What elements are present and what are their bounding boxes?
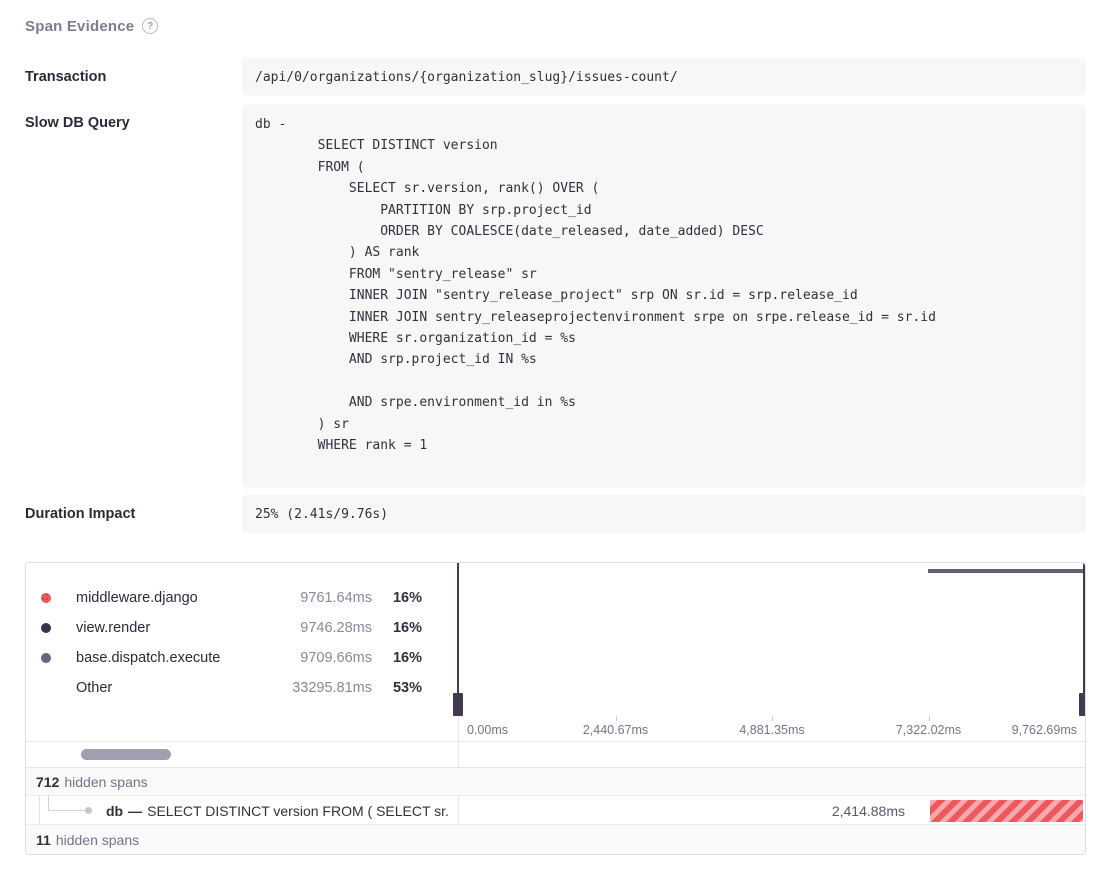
span-row[interactable]: db — SELECT DISTINCT version FROM ( SELE… (26, 796, 1085, 825)
duration-impact-value: 25% (2.41s/9.76s) (242, 495, 1086, 533)
op-percent: 16% (372, 620, 422, 636)
axis-label: 0.00ms (467, 723, 508, 737)
sql-query-text: db - SELECT DISTINCT version FROM ( SELE… (255, 114, 1073, 457)
span-tree-connector (48, 796, 49, 810)
transaction-value: /api/0/organizations/{organization_slug}… (242, 58, 1086, 96)
axis-label: 2,440.67ms (583, 723, 648, 737)
hidden-spans-count: 712 (36, 774, 59, 790)
legend-item: view.render 9746.28ms 16% (41, 613, 458, 643)
scrollbar-strip (26, 742, 1085, 768)
duration-impact-label: Duration Impact (25, 495, 242, 533)
span-op-separator: — (128, 803, 142, 819)
span-evidence-section: Span Evidence ? Transaction /api/0/organ… (0, 0, 1111, 855)
op-color-dot-empty (41, 683, 51, 693)
duration-impact-row: Duration Impact 25% (2.41s/9.76s) (25, 495, 1086, 533)
trace-minimap[interactable] (459, 563, 1085, 716)
span-op: db (106, 803, 123, 819)
time-axis: 0.00ms 2,440.67ms 4,881.35ms 7,322.02ms … (459, 716, 1085, 742)
scrollbar-strip-right (458, 742, 1085, 767)
span-op-legend: middleware.django 9761.64ms 16% view.ren… (26, 563, 458, 741)
minimap-right-handle-line[interactable] (1083, 563, 1085, 694)
axis-label: 7,322.02ms (896, 723, 961, 737)
legend-item: middleware.django 9761.64ms 16% (41, 583, 458, 613)
op-name: view.render (76, 620, 257, 636)
scrollbar-track (26, 742, 458, 767)
op-color-dot-pattern (41, 593, 51, 603)
op-duration: 9761.64ms (257, 590, 372, 606)
minimap-right-drag-grip[interactable] (1079, 693, 1086, 716)
hidden-spans-label: hidden spans (64, 774, 147, 790)
op-percent: 16% (372, 590, 422, 606)
hidden-spans-row-after[interactable]: 11 hidden spans (26, 825, 1085, 854)
timeline-column: 0.00ms 2,440.67ms 4,881.35ms 7,322.02ms … (458, 563, 1085, 741)
axis-tick (929, 716, 930, 721)
minimap-left-handle-line[interactable] (457, 563, 459, 694)
span-tree-dot (85, 807, 92, 814)
op-percent: 53% (372, 680, 422, 696)
span-description: db — SELECT DISTINCT version FROM ( SELE… (106, 796, 458, 824)
span-bar-cell: 2,414.88ms (458, 796, 1085, 824)
hidden-spans-label: hidden spans (56, 832, 139, 848)
span-tree-guide-line (39, 796, 40, 824)
axis-tick (772, 716, 773, 721)
section-header: Span Evidence ? (25, 15, 1086, 37)
span-waterfall-panel: middleware.django 9761.64ms 16% view.ren… (25, 562, 1086, 855)
op-name: base.dispatch.execute (76, 650, 257, 666)
transaction-row: Transaction /api/0/organizations/{organi… (25, 58, 1086, 96)
op-name: Other (76, 680, 257, 696)
span-description-cell: db — SELECT DISTINCT version FROM ( SELE… (26, 796, 458, 824)
axis-label: 9,762.69ms (1012, 723, 1077, 737)
minimap-span-bar (928, 569, 1085, 573)
span-duration-bar-hatched[interactable] (930, 800, 1083, 822)
legend-item: Other 33295.81ms 53% (41, 673, 458, 703)
horizontal-scrollbar-thumb[interactable] (81, 749, 171, 760)
op-duration: 9709.66ms (257, 650, 372, 666)
slow-db-query-label: Slow DB Query (25, 104, 242, 488)
slow-db-query-row: Slow DB Query db - SELECT DISTINCT versi… (25, 104, 1086, 488)
axis-label: 4,881.35ms (739, 723, 804, 737)
span-query-text: SELECT DISTINCT version FROM ( SELECT sr… (147, 803, 449, 819)
transaction-label: Transaction (25, 58, 242, 96)
waterfall-header: middleware.django 9761.64ms 16% view.ren… (26, 563, 1085, 742)
span-tree-connector (48, 810, 89, 811)
op-color-dot (41, 623, 51, 633)
op-duration: 33295.81ms (257, 680, 372, 696)
help-icon[interactable]: ? (142, 18, 158, 34)
slow-db-query-value: db - SELECT DISTINCT version FROM ( SELE… (242, 104, 1086, 488)
axis-tick (616, 716, 617, 721)
span-duration: 2,414.88ms (832, 796, 905, 825)
minimap-left-drag-grip[interactable] (453, 693, 463, 716)
op-percent: 16% (372, 650, 422, 666)
page-title: Span Evidence (25, 18, 134, 35)
op-name: middleware.django (76, 590, 257, 606)
op-duration: 9746.28ms (257, 620, 372, 636)
op-color-dot (41, 653, 51, 663)
hidden-spans-row-before[interactable]: 712 hidden spans (26, 768, 1085, 796)
hidden-spans-count: 11 (36, 832, 51, 848)
question-mark-glyph: ? (147, 21, 153, 32)
legend-item: base.dispatch.execute 9709.66ms 16% (41, 643, 458, 673)
